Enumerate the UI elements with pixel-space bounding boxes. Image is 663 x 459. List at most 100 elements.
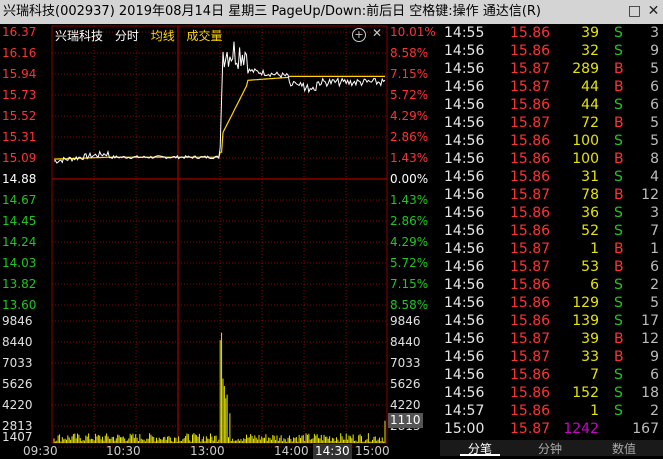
restore-icon[interactable]: □ (626, 3, 643, 20)
tick-price: 15.86 (510, 133, 551, 149)
tick-direction: S (614, 25, 623, 41)
tick-price: 15.87 (510, 241, 551, 257)
tick-time: 14:55 (444, 25, 485, 41)
tick-time: 14:56 (444, 367, 485, 383)
tick-row: 14:56 15.87 1 B 1 (440, 240, 663, 258)
tick-count: 2 (650, 403, 659, 419)
tick-list[interactable]: 14:55 15.86 39 S 3 14:56 15.86 32 S 9 14:56 15.87 28… (440, 24, 663, 440)
tick-price: 15.87 (510, 349, 551, 365)
tick-volume: 31 (581, 169, 599, 185)
tick-volume: 44 (581, 97, 599, 113)
tick-price: 15.86 (510, 313, 551, 329)
price-axis-label: 15.31 (2, 130, 37, 144)
close-icon[interactable]: ✕ (645, 3, 662, 20)
window-title: 兴瑞科技(002937) 2019年08月14日 星期三 PageUp/Down… (3, 4, 541, 19)
tick-price: 15.86 (510, 367, 551, 383)
tick-row: 14:56 15.86 32 S 9 (440, 42, 663, 60)
add-indicator-icon[interactable]: + (352, 28, 366, 42)
tick-price: 15.87 (510, 61, 551, 77)
tick-price: 15.86 (510, 385, 551, 401)
tab-ticks[interactable]: 分笔 (450, 440, 510, 456)
mode-label[interactable]: 分时 (115, 29, 139, 43)
volume-axis-label: 1407 (2, 430, 33, 444)
percent-axis-label: 8.58% (390, 46, 429, 60)
tick-count: 12 (641, 187, 659, 203)
tick-count: 5 (650, 61, 659, 77)
tick-count: 9 (650, 349, 659, 365)
tick-count: 5 (650, 115, 659, 131)
close-chart-icon[interactable]: ✕ (370, 26, 384, 40)
volume-axis-label-right: 5626 (390, 377, 421, 391)
tick-row: 14:56 15.86 129 S 5 (440, 294, 663, 312)
tick-price: 15.86 (510, 205, 551, 221)
chart-canvas (51, 25, 388, 448)
tick-row: 14:56 15.86 6 S 2 (440, 276, 663, 294)
price-axis-label: 15.09 (2, 151, 37, 165)
volume-axis-label: 5626 (2, 377, 33, 391)
percent-axis-label: 5.72% (390, 256, 429, 270)
tick-count: 5 (650, 133, 659, 149)
tick-volume: 100 (572, 151, 599, 167)
price-axis-label: 16.37 (2, 25, 37, 39)
price-axis-label: 14.03 (2, 256, 37, 270)
tick-row: 14:56 15.86 31 S 4 (440, 168, 663, 186)
tick-price: 15.86 (510, 97, 551, 113)
tick-time: 15:00 (444, 421, 485, 437)
tick-price: 15.86 (510, 223, 551, 239)
volume-label[interactable]: 成交量 (187, 29, 223, 43)
percent-axis-label: 7.15% (390, 67, 429, 81)
tick-direction: S (614, 205, 623, 221)
tick-direction: S (614, 403, 623, 419)
avg-line-label[interactable]: 均线 (151, 29, 175, 43)
tick-row: 14:56 15.86 100 B 8 (440, 150, 663, 168)
tick-volume: 1 (590, 241, 599, 257)
tick-count: 18 (641, 385, 659, 401)
tick-time: 14:56 (444, 241, 485, 257)
tick-count: 4 (650, 169, 659, 185)
percent-axis-label: 0.00% (390, 172, 429, 186)
tick-time: 14:56 (444, 133, 485, 149)
tick-count: 7 (650, 223, 659, 239)
tick-row: 14:56 15.87 39 B 12 (440, 330, 663, 348)
volume-axis-label-right: 4220 (390, 398, 421, 412)
tick-volume: 1242 (563, 421, 599, 437)
tick-direction: B (614, 151, 624, 167)
percent-axis-label: 2.86% (390, 214, 429, 228)
tick-direction: S (614, 295, 623, 311)
tick-count: 167 (632, 421, 659, 437)
tick-count: 3 (650, 205, 659, 221)
percent-axis-label: 1.43% (390, 151, 429, 165)
price-axis-label: 13.60 (2, 298, 37, 312)
tick-direction: S (614, 313, 623, 329)
tick-time: 14:56 (444, 259, 485, 275)
intraday-chart[interactable]: 兴瑞科技 分时 均线 成交量 + ✕ 16.37 10.01% 16.16 8.58%… (0, 24, 440, 459)
tick-price: 15.86 (510, 403, 551, 419)
tick-price: 15.87 (510, 331, 551, 347)
tick-volume: 6 (590, 277, 599, 293)
tick-row: 14:56 15.86 52 S 7 (440, 222, 663, 240)
price-axis-label: 14.45 (2, 214, 37, 228)
tick-price: 15.86 (510, 151, 551, 167)
tab-minutes[interactable]: 分钟 (520, 440, 580, 456)
price-axis-label: 13.82 (2, 277, 37, 291)
tick-time: 14:56 (444, 205, 485, 221)
tick-row: 14:56 15.87 44 B 6 (440, 78, 663, 96)
tick-volume: 53 (581, 259, 599, 275)
tick-price: 15.87 (510, 79, 551, 95)
tick-volume: 33 (581, 349, 599, 365)
tick-direction: S (614, 133, 623, 149)
tab-values[interactable]: 数值 (594, 440, 654, 456)
volume-axis-label: 4220 (2, 398, 33, 412)
tick-count: 2 (650, 277, 659, 293)
price-axis-label: 16.16 (2, 46, 37, 60)
tick-count: 17 (641, 313, 659, 329)
percent-axis-label: 8.58% (390, 298, 429, 312)
volume-axis-label-right: 8440 (390, 335, 421, 349)
tick-row: 14:56 15.86 7 S 6 (440, 366, 663, 384)
tick-price: 15.86 (510, 277, 551, 293)
tick-price: 15.86 (510, 295, 551, 311)
tick-volume: 7 (590, 367, 599, 383)
tick-row: 14:55 15.86 39 S 3 (440, 24, 663, 42)
percent-axis-label: 1.43% (390, 193, 429, 207)
price-axis-label: 15.52 (2, 109, 37, 123)
